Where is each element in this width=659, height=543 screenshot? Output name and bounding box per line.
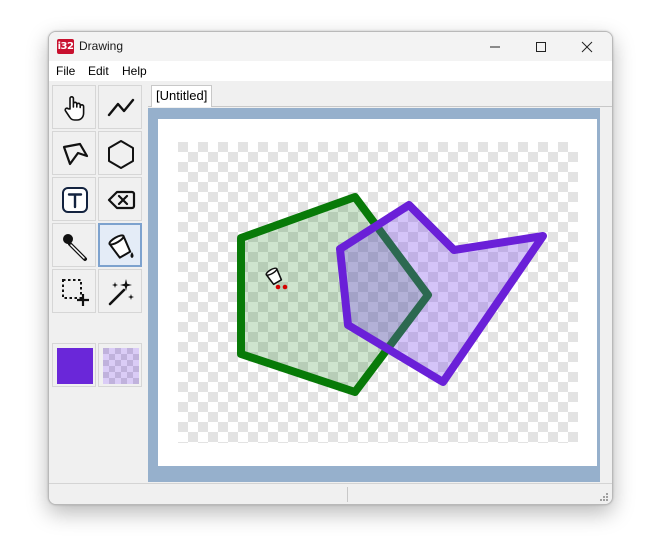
tool-delete[interactable] [98,177,142,221]
app-icon: i32 [57,39,74,54]
tool-text[interactable] [52,177,96,221]
minimize-icon [490,46,500,48]
tool-freeform-shape[interactable] [52,131,96,175]
secondary-color-swatch[interactable] [98,343,142,387]
hand-icon [64,96,85,121]
primary-color-swatch[interactable] [52,343,96,387]
status-bar [49,483,612,504]
selection-icon [62,279,89,306]
polyline-icon [107,98,135,117]
freeform-shape-icon [62,142,89,166]
primary-color [57,348,93,384]
tool-color-picker[interactable] [52,223,96,267]
secondary-color [103,348,139,384]
magic-wand-icon [108,279,134,306]
maximize-icon [536,42,546,52]
menu-edit[interactable]: Edit [88,64,109,78]
drawing-canvas[interactable] [158,119,597,466]
menu-bar: File Edit Help [49,61,612,81]
tool-magic[interactable] [98,269,142,313]
minimize-button[interactable] [472,32,518,61]
tool-polyline[interactable] [98,85,142,129]
hexagon-icon [108,140,134,169]
menu-file[interactable]: File [56,64,75,78]
resize-grip-icon[interactable] [599,492,609,502]
maximize-button[interactable] [518,32,564,61]
tab-untitled[interactable]: [Untitled] [151,85,213,107]
close-button[interactable] [564,32,610,61]
document-tabs: [Untitled] [148,82,612,107]
title-bar[interactable]: i32 Drawing [49,32,612,61]
canvas-workspace[interactable] [148,108,600,482]
tool-fill[interactable] [98,223,142,267]
tool-polygon[interactable] [98,131,142,175]
close-icon [581,41,593,53]
status-divider [347,487,348,502]
eyedropper-icon [63,234,87,261]
delete-icon [107,190,136,210]
drawing-surface[interactable] [158,119,597,466]
drawing-app-window: i32 Drawing File Edit Help [Untitled] [48,31,613,505]
paint-bucket-icon [108,234,134,259]
menu-help[interactable]: Help [122,64,147,78]
window-title: Drawing [79,39,124,53]
text-icon [62,187,88,213]
tool-select[interactable] [52,269,96,313]
tool-pan[interactable] [52,85,96,129]
toolbox [49,82,145,482]
